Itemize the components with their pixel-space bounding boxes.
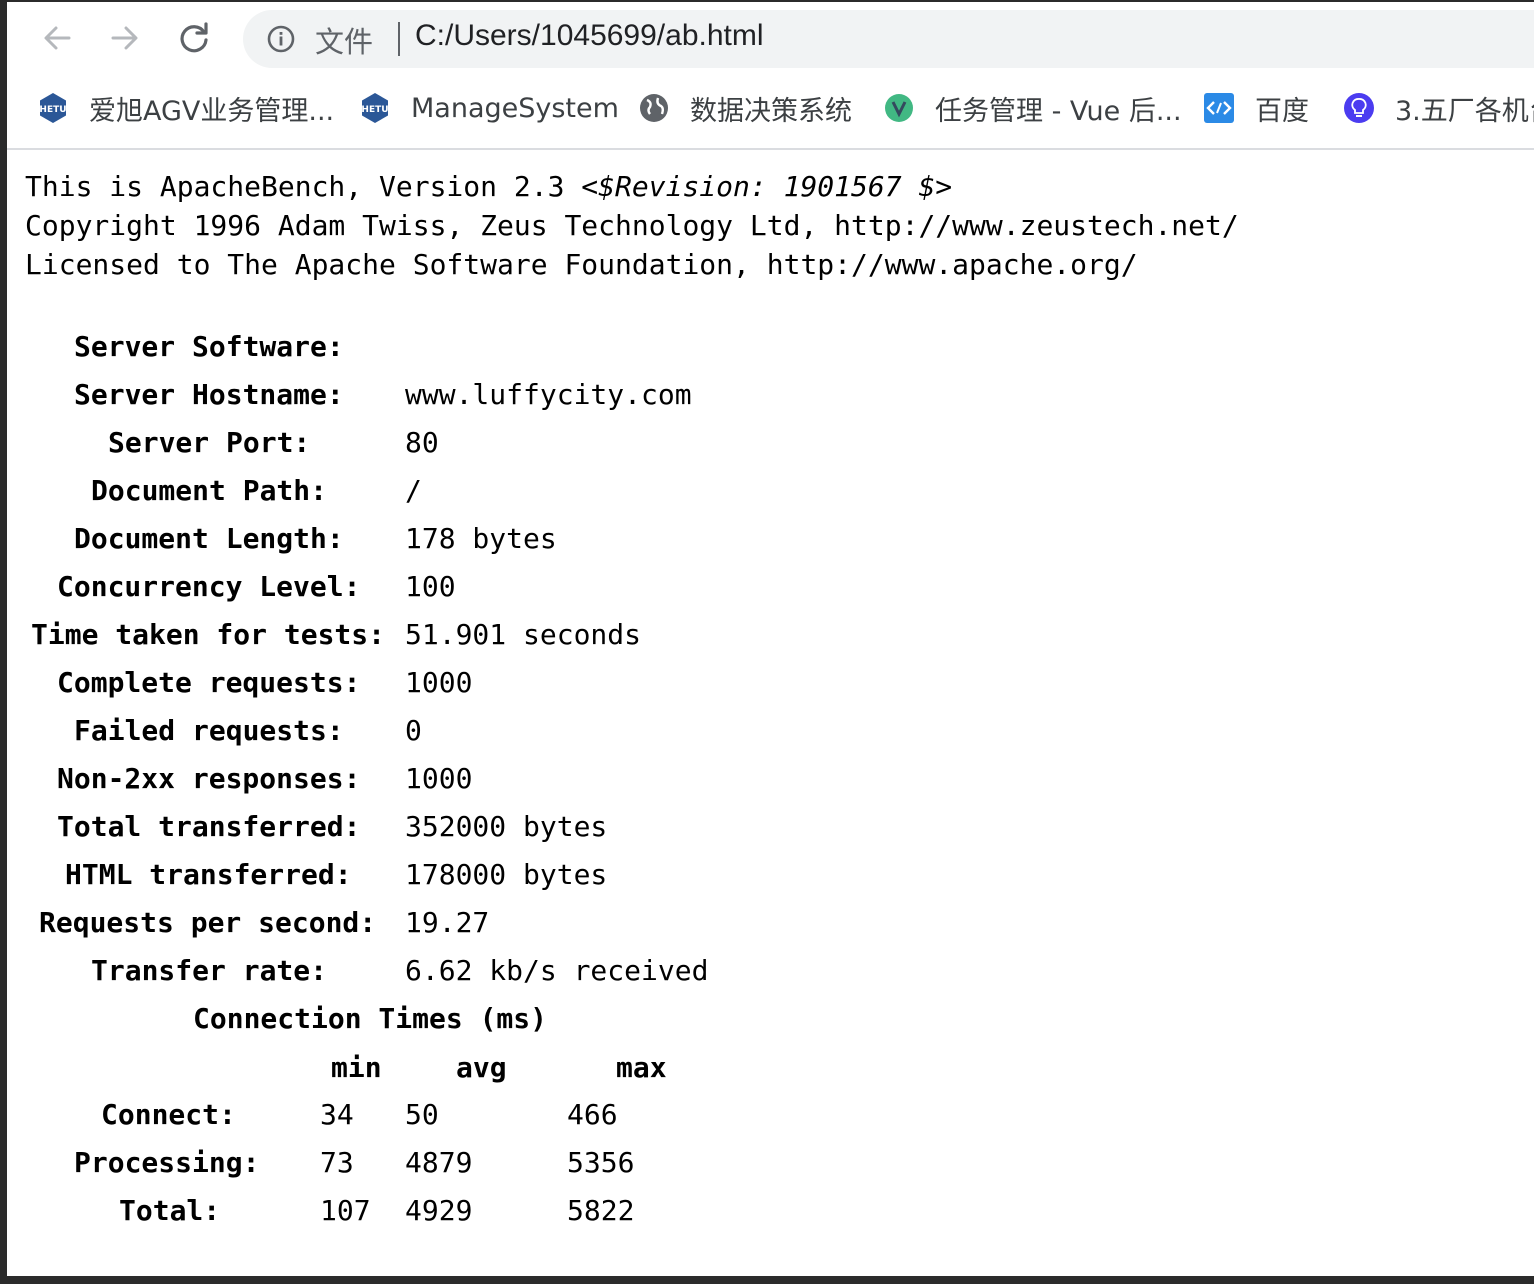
browser-window: 文件 C:/Users/1045699/ab.html HETU 爱旭AGV业务…	[7, 2, 1534, 1276]
bookmark-item[interactable]: 数据决策系统	[638, 88, 852, 128]
column-header-max: max	[616, 1051, 667, 1084]
forward-button[interactable]	[103, 16, 147, 60]
browser-toolbar: 文件 C:/Users/1045699/ab.html	[7, 2, 1534, 74]
stat-value: 1000	[405, 666, 473, 699]
row-label-connect: Connect:	[101, 1098, 236, 1131]
stat-label: Failed requests:	[74, 714, 344, 747]
bookmark-label: 百度	[1255, 95, 1309, 127]
bookmark-item[interactable]: 百度	[1203, 88, 1309, 128]
page-content: This is ApacheBench, Version 2.3 <$Revis…	[7, 150, 1534, 1276]
reload-icon	[180, 22, 208, 53]
table-cell: 73	[320, 1146, 354, 1179]
code-brackets-icon	[1203, 92, 1235, 124]
stat-value: 1000	[405, 762, 473, 795]
stat-label: Total transferred:	[57, 810, 361, 843]
stat-value: 178000 bytes	[405, 858, 608, 891]
stat-value: 80	[405, 426, 439, 459]
stat-value: 51.901 seconds	[405, 618, 642, 651]
column-header-avg: avg	[456, 1051, 507, 1084]
table-cell: 50	[405, 1098, 439, 1131]
stat-value: 19.27	[405, 906, 490, 939]
stat-value: 6.62 kb/s received	[405, 954, 709, 987]
stat-label: Requests per second:	[39, 906, 377, 939]
info-icon[interactable]	[267, 25, 295, 53]
bookmarks-bar: HETU 爱旭AGV业务管理... HETU ManageSystem 数据决策…	[7, 74, 1534, 150]
stat-label: Server Software:	[74, 330, 344, 363]
address-bar[interactable]: 文件 C:/Users/1045699/ab.html	[243, 10, 1534, 68]
bookmark-label: 数据决策系统	[690, 95, 852, 127]
stat-value: 100	[405, 570, 456, 603]
stat-label: HTML transferred:	[65, 858, 352, 891]
intro-line-license: Licensed to The Apache Software Foundati…	[25, 248, 1138, 281]
table-cell: 5356	[567, 1146, 635, 1179]
bookmark-item[interactable]: 任务管理 - Vue 后...	[883, 88, 1182, 128]
intro-line-version: This is ApacheBench, Version 2.3 <$Revis…	[25, 170, 952, 203]
stat-value: 352000 bytes	[405, 810, 608, 843]
stat-label: Complete requests:	[57, 666, 361, 699]
bookmark-label: ManageSystem	[411, 92, 619, 124]
reload-button[interactable]	[172, 16, 216, 60]
vue-logo-icon	[883, 92, 915, 124]
revision-text: <$Revision: 1901567 $>	[581, 170, 953, 203]
table-cell: 4929	[405, 1194, 473, 1227]
version-text: This is ApacheBench, Version 2.3	[25, 170, 582, 203]
bookmark-item[interactable]: HETU ManageSystem	[359, 88, 619, 128]
row-label-processing: Processing:	[74, 1146, 260, 1179]
stat-value: 0	[405, 714, 422, 747]
bulb-icon	[1343, 92, 1375, 124]
row-label-total: Total:	[119, 1194, 221, 1227]
stat-value: /	[405, 474, 422, 507]
table-cell: 5822	[567, 1194, 635, 1227]
stat-value: www.luffycity.com	[405, 378, 692, 411]
stat-label: Document Path:	[91, 474, 328, 507]
bookmark-label: 任务管理 - Vue 后...	[935, 95, 1182, 127]
intro-line-copyright: Copyright 1996 Adam Twiss, Zeus Technolo…	[25, 209, 1239, 242]
bookmark-item[interactable]: 3.五厂各机台	[1343, 88, 1534, 128]
bookmark-item[interactable]: HETU 爱旭AGV业务管理...	[37, 88, 334, 128]
bookmark-label: 3.五厂各机台	[1395, 95, 1534, 127]
connection-times-title: Connection Times (ms)	[193, 1002, 548, 1035]
table-cell: 466	[567, 1098, 618, 1131]
stat-label: Server Port:	[108, 426, 311, 459]
hetu-logo-icon: HETU	[359, 92, 391, 124]
stat-value: 178 bytes	[405, 522, 557, 555]
table-cell: 4879	[405, 1146, 473, 1179]
stat-label: Concurrency Level:	[57, 570, 361, 603]
address-divider	[398, 22, 400, 56]
table-cell: 107	[320, 1194, 371, 1227]
address-scheme-label: 文件	[315, 25, 374, 59]
svg-text:HETU: HETU	[361, 105, 388, 115]
stat-label: Transfer rate:	[91, 954, 328, 987]
stat-label: Document Length:	[74, 522, 344, 555]
stat-label: Time taken for tests:	[31, 618, 386, 651]
table-cell: 34	[320, 1098, 354, 1131]
stat-label: Non-2xx responses:	[57, 762, 361, 795]
hetu-logo-icon: HETU	[37, 92, 69, 124]
back-button[interactable]	[35, 16, 79, 60]
stat-label: Server Hostname:	[74, 378, 344, 411]
arrow-right-icon	[111, 26, 138, 50]
svg-text:HETU: HETU	[39, 105, 66, 115]
arrow-left-icon	[44, 26, 71, 50]
address-url[interactable]: C:/Users/1045699/ab.html	[415, 19, 764, 53]
globe-icon	[638, 92, 670, 124]
bookmark-label: 爱旭AGV业务管理...	[89, 95, 335, 127]
column-header-min: min	[331, 1051, 382, 1084]
